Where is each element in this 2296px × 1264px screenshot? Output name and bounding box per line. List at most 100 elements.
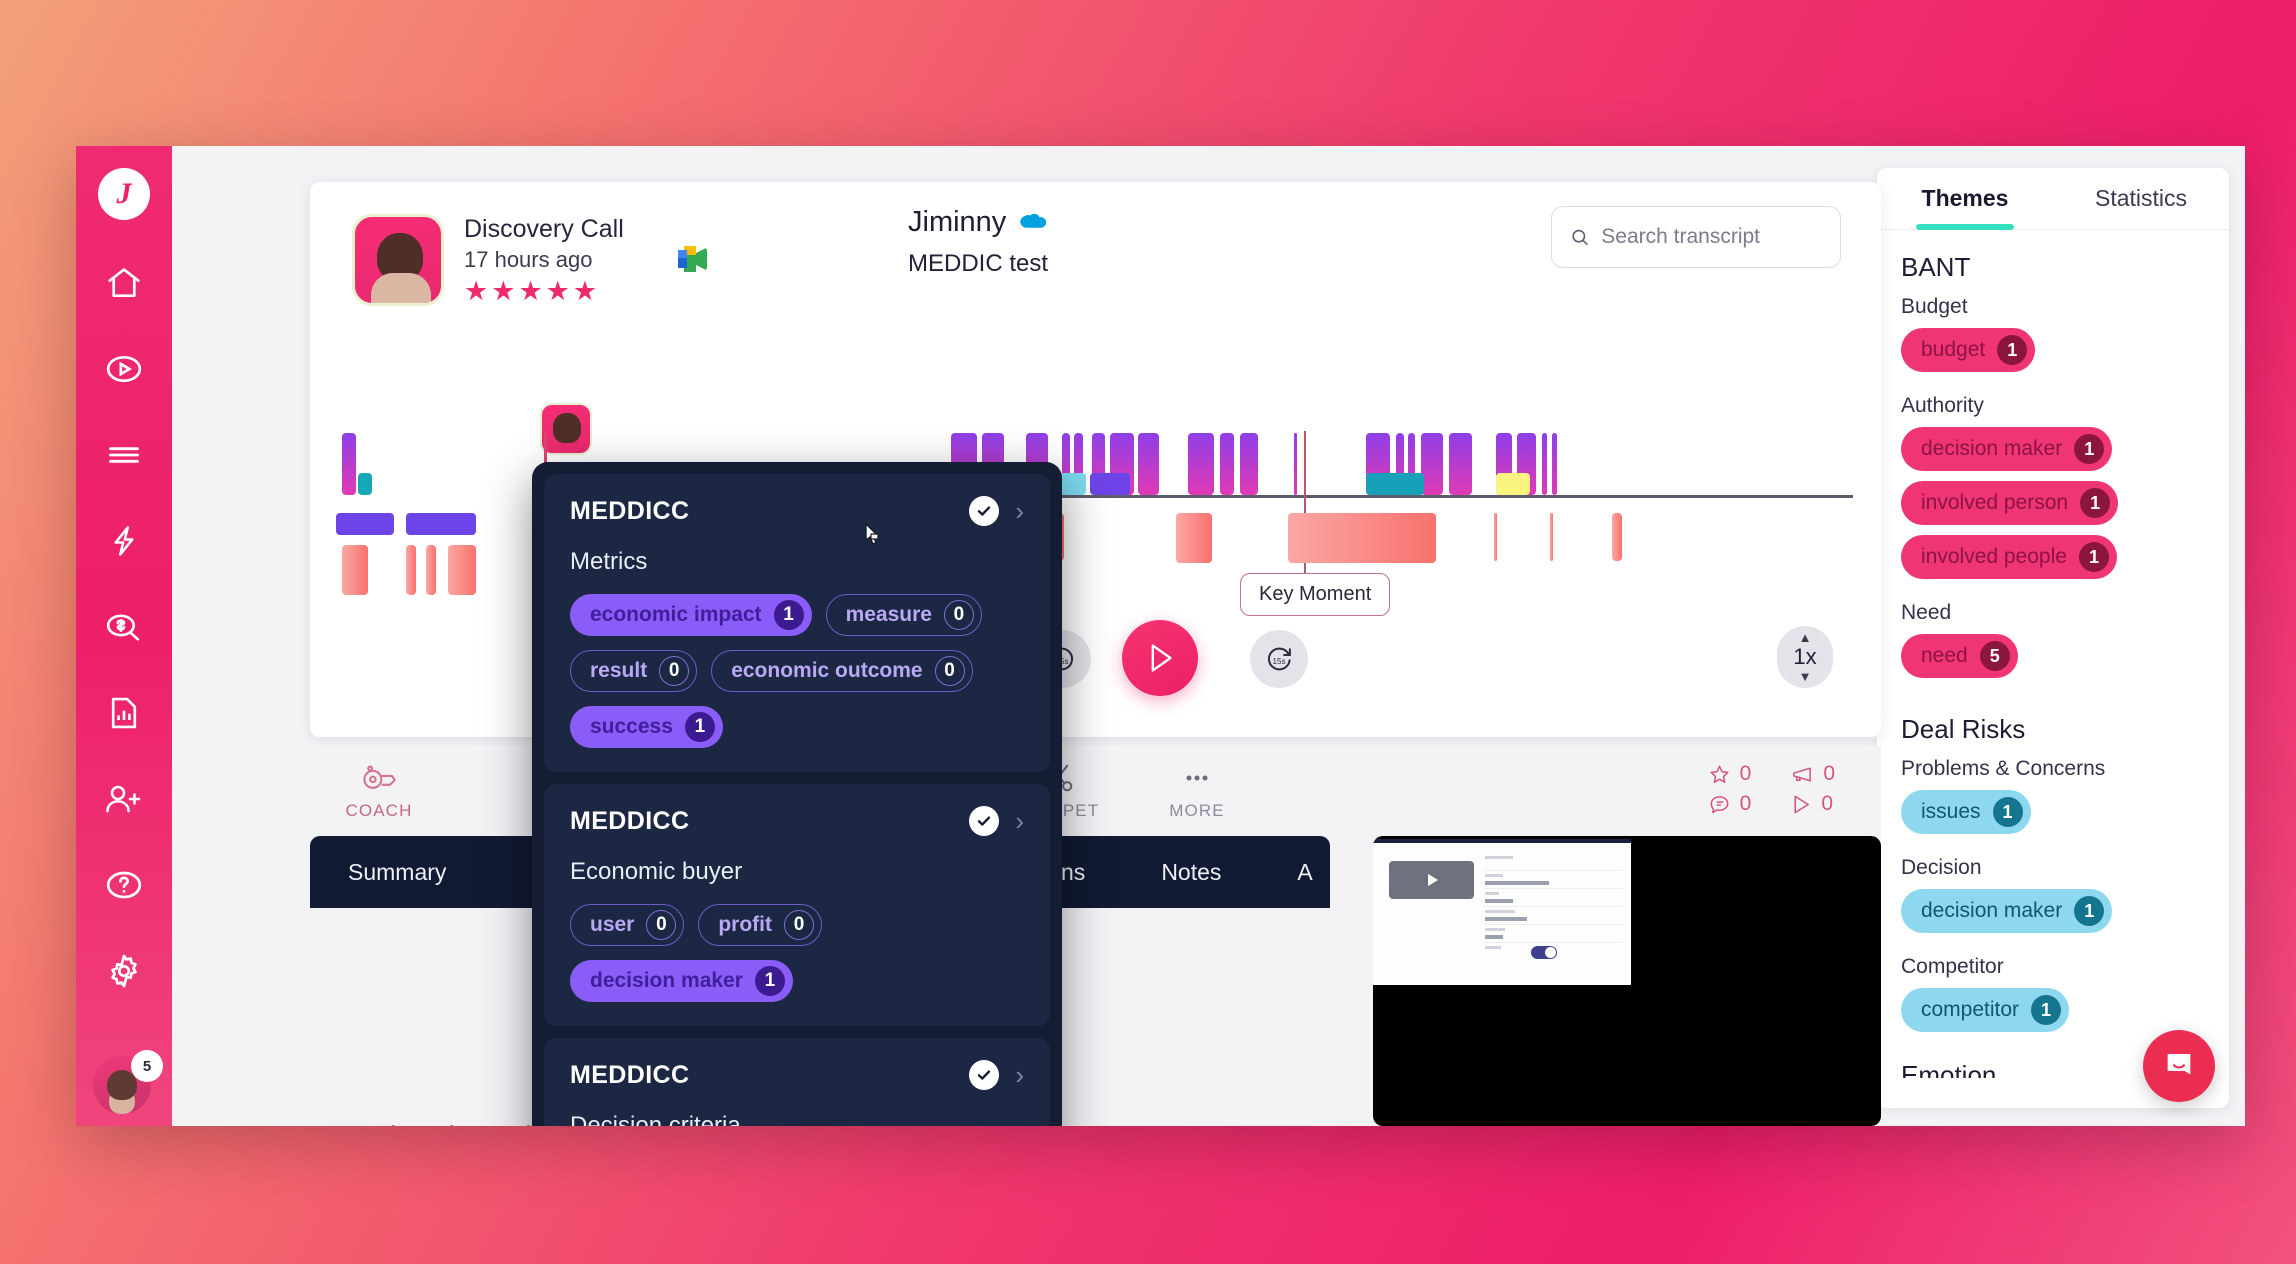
main-content: Discovery Call 17 hours ago ★ ★ ★ ★ ★ Ji…	[172, 146, 1881, 1126]
timeline-speaker-block	[426, 545, 436, 595]
theme-chip[interactable]: issues 1	[1901, 790, 2031, 834]
timeline-topic-block[interactable]	[1090, 473, 1130, 495]
sidebar-item-invite[interactable]	[94, 770, 154, 828]
check-circle-icon[interactable]	[969, 496, 1000, 526]
playback-speed-control[interactable]: ▲ 1x ▼	[1777, 626, 1833, 688]
megaphone-counter[interactable]: 0	[1789, 762, 1835, 786]
play-outline-icon	[1794, 795, 1810, 813]
theme-chip[interactable]: decision maker 1	[1901, 427, 2113, 471]
app-logo[interactable]: J	[98, 168, 150, 220]
theme-chip-count: 1	[2074, 434, 2105, 464]
tab-themes[interactable]: Themes	[1877, 168, 2053, 230]
timeline-topic-block[interactable]	[1496, 473, 1530, 495]
forward-15-button[interactable]: 15s	[1250, 630, 1308, 688]
meddicc-chip-label: economic outcome	[731, 659, 923, 682]
help-icon	[106, 871, 142, 899]
timeline-topic-block[interactable]	[1366, 473, 1424, 495]
meddicc-chip-count: 1	[773, 600, 804, 630]
key-moment-label[interactable]: Key Moment	[1240, 573, 1391, 616]
coach-button[interactable]: COACH	[310, 763, 448, 821]
meddicc-popover[interactable]: MEDDICC › Metrics economic impact 1 measure 0 r…	[532, 462, 1062, 1126]
theme-chip[interactable]: decision maker 1	[1901, 889, 2113, 933]
engagement-counters: 0 0 0 0	[1708, 762, 1835, 816]
chevron-right-icon[interactable]: ›	[1015, 808, 1024, 834]
meddicc-chip[interactable]: economic impact 1	[570, 594, 812, 636]
meddicc-chip[interactable]: economic outcome 0	[711, 650, 973, 692]
chevron-right-icon[interactable]: ›	[1015, 1062, 1024, 1088]
check-circle-icon[interactable]	[969, 1060, 1000, 1090]
theme-chip[interactable]: involved people 1	[1901, 535, 2117, 579]
more-button[interactable]: MORE	[1128, 763, 1266, 821]
sidebar-item-insights[interactable]	[94, 512, 154, 570]
tab-notes[interactable]: Notes	[1161, 859, 1221, 886]
meddicc-card-actions: ›	[969, 806, 1024, 836]
sidebar-item-home[interactable]	[94, 254, 154, 312]
meddicc-chip-list: user 0 profit 0 decision maker 1	[570, 904, 1024, 1002]
comment-counter[interactable]: 0	[1708, 792, 1751, 816]
theme-chip-label: decision maker	[1921, 899, 2063, 922]
tab-more[interactable]: A	[1297, 859, 1312, 886]
theme-chip-count: 1	[1997, 335, 2028, 365]
timeline-speaker-block	[1138, 433, 1159, 495]
timeline-speaker-block	[342, 545, 368, 595]
theme-chip-label: involved people	[1921, 545, 2067, 568]
sidebar-item-calls[interactable]	[94, 340, 154, 398]
tab-summary[interactable]: Summary	[348, 859, 446, 886]
meddicc-chip[interactable]: decision maker 1	[570, 960, 793, 1002]
meddicc-chip[interactable]: user 0	[570, 904, 685, 946]
meddicc-chip[interactable]: measure 0	[825, 594, 982, 636]
timeline-speaker-avatar[interactable]	[540, 403, 592, 455]
theme-subgroup-title: Competitor	[1901, 955, 2004, 978]
meddicc-card-list: MEDDICC › Metrics economic impact 1 measure 0 r…	[532, 474, 1062, 1126]
star-counter[interactable]: 0	[1708, 762, 1751, 786]
sidebar-item-help[interactable]	[94, 856, 154, 914]
theme-subgroup-title: Need	[1901, 601, 1952, 624]
theme-chip[interactable]: involved person 1	[1901, 481, 2119, 525]
timeline-topic-block	[336, 513, 394, 535]
tab-statistics[interactable]: Statistics	[2053, 168, 2229, 229]
video-play-overlay[interactable]	[1389, 861, 1474, 899]
play-icon	[1151, 644, 1172, 672]
theme-chip[interactable]: budget 1	[1901, 328, 2036, 372]
meddicc-card[interactable]: MEDDICC › Metrics economic impact 1 measure 0 r…	[544, 474, 1050, 772]
check-circle-icon[interactable]	[969, 806, 1000, 836]
meddicc-card[interactable]: MEDDICC › Economic buyer user 0 profit 0 decisi…	[544, 784, 1050, 1026]
ellipsis-icon	[1186, 775, 1208, 781]
timeline-speaker-block	[448, 545, 476, 595]
meddicc-chip[interactable]: success 1	[570, 706, 723, 748]
themes-sidebar: Themes Statistics BANT Budget budget 1 Autho…	[1861, 146, 2245, 1126]
star-icon: ★	[518, 275, 543, 306]
timeline-speaker-block	[1542, 433, 1547, 495]
whistle-icon	[363, 765, 396, 789]
play-button[interactable]	[1122, 620, 1198, 696]
call-rating[interactable]: ★ ★ ★ ★ ★	[464, 275, 624, 306]
user-avatar-wrap[interactable]: 5	[93, 1050, 163, 1118]
chevron-right-icon[interactable]: ›	[1015, 498, 1024, 524]
themes-tabs: Themes Statistics	[1877, 168, 2229, 230]
theme-chip[interactable]: competitor 1	[1901, 988, 2070, 1032]
video-panel[interactable]	[1373, 836, 1881, 1126]
call-owner-avatar[interactable]	[352, 214, 444, 306]
call-header: Discovery Call 17 hours ago ★ ★ ★ ★ ★	[352, 214, 712, 306]
caret-up-icon[interactable]: ▲	[1799, 631, 1812, 644]
meddicc-chip[interactable]: profit 0	[698, 904, 823, 946]
call-meta: Discovery Call 17 hours ago ★ ★ ★ ★ ★	[464, 214, 624, 305]
caret-down-icon[interactable]: ▼	[1799, 670, 1812, 683]
meddicc-chip[interactable]: result 0	[570, 650, 698, 692]
salesforce-cloud-icon	[1020, 213, 1047, 228]
theme-chip[interactable]: need 5	[1901, 634, 2018, 678]
meddicc-chip-label: user	[590, 913, 635, 936]
call-subtitle: MEDDIC test	[908, 250, 1049, 277]
mouse-cursor	[865, 523, 879, 545]
sidebar-item-reports[interactable]	[94, 684, 154, 742]
sidebar-item-settings[interactable]	[94, 942, 154, 1000]
call-time-ago: 17 hours ago	[464, 247, 593, 273]
meddicc-chip-label: measure	[845, 603, 932, 626]
intercom-chat-button[interactable]	[2143, 1030, 2215, 1102]
sidebar-item-library[interactable]	[94, 426, 154, 484]
search-input[interactable]	[1601, 225, 1822, 249]
meddicc-card[interactable]: MEDDICC›Decision criteriafinancial crite…	[544, 1038, 1050, 1126]
sidebar-item-deals[interactable]	[94, 598, 154, 656]
views-counter[interactable]: 0	[1789, 792, 1835, 816]
search-transcript-box[interactable]	[1551, 206, 1841, 268]
